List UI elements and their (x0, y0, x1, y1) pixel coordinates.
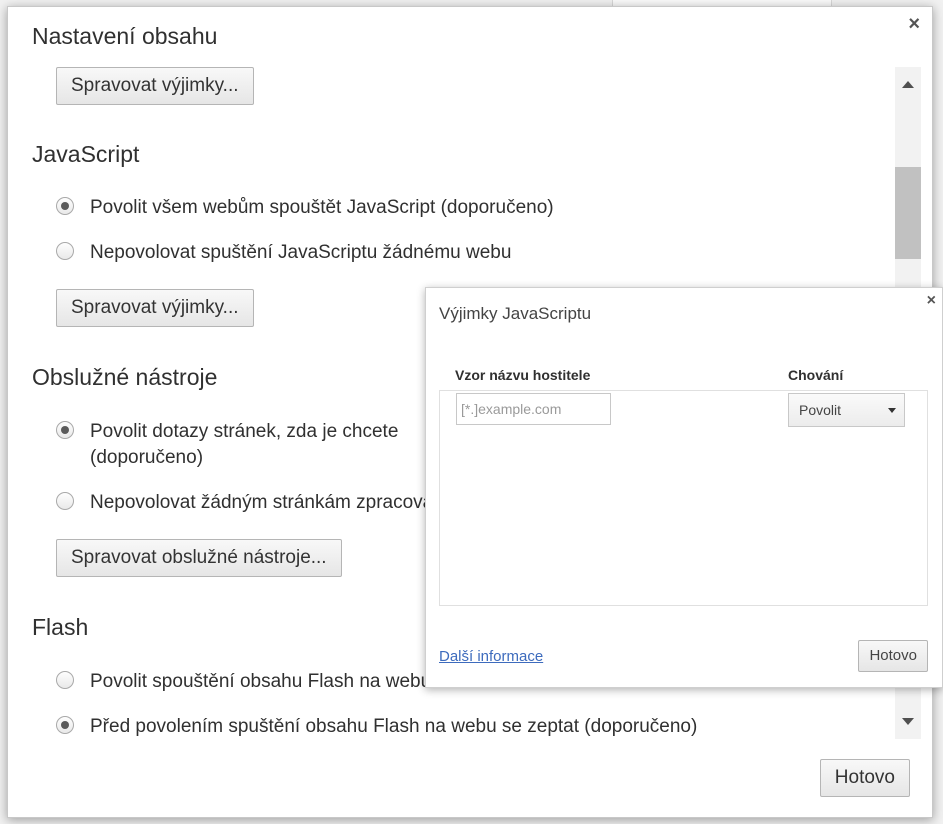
section-title-javascript: JavaScript (32, 141, 140, 167)
section-title-flash: Flash (32, 614, 89, 640)
behavior-select-value: Povolit (799, 402, 842, 418)
close-icon[interactable]: × (927, 292, 936, 310)
behavior-select[interactable]: Povolit (788, 393, 905, 427)
radio-row-flash-ask[interactable]: Před povolením spuštění obsahu Flash na … (56, 714, 697, 739)
radio-label-group: Povolit dotazy stránek, zda je chcete (d… (90, 419, 398, 471)
radio-js-block[interactable] (56, 242, 74, 260)
scroll-up-arrow-icon[interactable] (902, 81, 914, 88)
radio-row-handlers-block[interactable]: Nepovolovat žádným stránkám zpracování (56, 490, 449, 516)
exceptions-dialog-title: Výjimky JavaScriptu (439, 304, 592, 323)
manage-exceptions-button-top[interactable]: Spravovat výjimky... (56, 67, 254, 105)
radio-label: Nepovolovat spuštění JavaScriptu žádnému… (90, 242, 512, 263)
radio-label: Před povolením spuštění obsahu Flash na … (90, 716, 698, 737)
radio-row-js-block[interactable]: Nepovolovat spuštění JavaScriptu žádnému… (56, 240, 511, 266)
exceptions-done-button[interactable]: Hotovo (858, 640, 928, 672)
scroll-down-arrow-icon[interactable] (902, 718, 914, 725)
radio-handlers-allow[interactable] (56, 421, 74, 439)
radio-handlers-block[interactable] (56, 492, 74, 510)
scrollbar-thumb[interactable] (895, 167, 921, 259)
radio-flash-allow[interactable] (56, 671, 74, 689)
radio-row-flash-allow[interactable]: Povolit spouštění obsahu Flash na webu (56, 669, 431, 695)
column-header-behavior: Chování (788, 367, 844, 383)
radio-row-handlers-allow[interactable]: Povolit dotazy stránek, zda je chcete (d… (56, 419, 398, 471)
radio-js-allow[interactable] (56, 197, 74, 215)
manage-handlers-button[interactable]: Spravovat obslužné nástroje... (56, 539, 342, 577)
javascript-exceptions-dialog: Výjimky JavaScriptu × Vzor názvu hostite… (425, 287, 943, 688)
column-header-host: Vzor názvu hostitele (455, 367, 591, 383)
radio-label: Povolit spouštění obsahu Flash na webu (90, 671, 432, 692)
dropdown-caret-icon (888, 408, 896, 413)
radio-label: Povolit všem webům spouštět JavaScript (… (90, 197, 554, 218)
host-pattern-input[interactable] (456, 393, 611, 425)
section-title-handlers: Obslužné nástroje (32, 364, 218, 390)
radio-flash-ask[interactable] (56, 716, 74, 734)
manage-exceptions-button-js[interactable]: Spravovat výjimky... (56, 289, 254, 327)
close-icon[interactable]: × (908, 13, 920, 36)
radio-label-line2: (doporučeno) (90, 447, 204, 468)
more-info-link[interactable]: Další informace (439, 648, 543, 665)
radio-label: Povolit dotazy stránek, zda je chcete (90, 421, 399, 442)
dialog-title: Nastavení obsahu (32, 23, 218, 49)
radio-label: Nepovolovat žádným stránkám zpracování (90, 492, 450, 513)
done-button[interactable]: Hotovo (819, 759, 910, 797)
exceptions-list: Povolit (439, 390, 928, 606)
radio-row-js-allow[interactable]: Povolit všem webům spouštět JavaScript (… (56, 195, 554, 221)
